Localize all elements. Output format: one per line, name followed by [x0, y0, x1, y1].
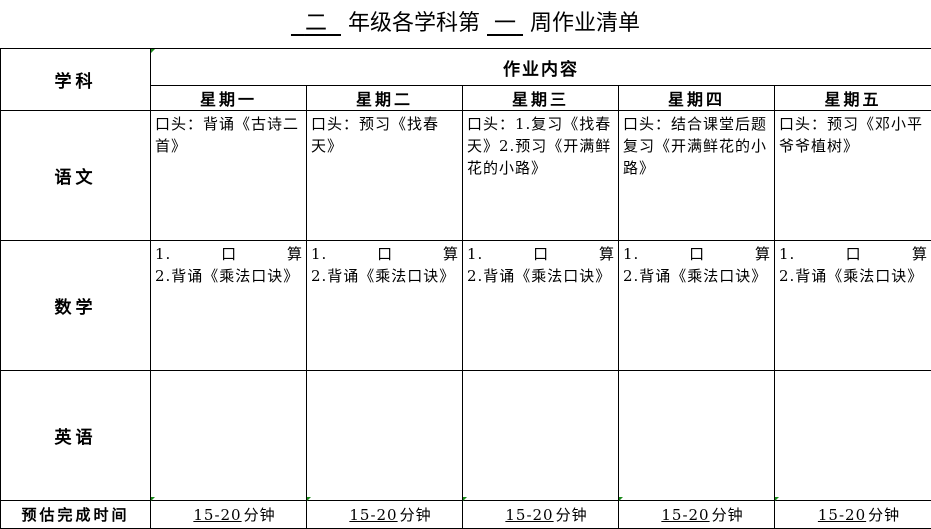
math-tuesday: 1.口算 2.背诵《乘法口诀》 — [307, 241, 463, 371]
corner-mark-icon — [151, 497, 155, 501]
math-wednesday: 1.口算 2.背诵《乘法口诀》 — [463, 241, 619, 371]
time-thursday: 15-20分钟 — [619, 501, 775, 529]
day-header-thursday: 星期四 — [619, 86, 775, 111]
chinese-friday: 口头：预习《邓小平爷爷植树》 — [775, 111, 931, 241]
english-thursday — [619, 371, 775, 501]
math-friday: 1.口算 2.背诵《乘法口诀》 — [775, 241, 931, 371]
chinese-tuesday: 口头：预习《找春天》 — [307, 111, 463, 241]
corner-mark-icon — [619, 497, 623, 501]
chinese-thursday: 口头：结合课堂后题复习《开满鲜花的小路》 — [619, 111, 775, 241]
corner-mark-icon — [775, 497, 779, 501]
english-friday — [775, 371, 931, 501]
day-header-tuesday: 星期二 — [307, 86, 463, 111]
estimated-time-label: 预估完成时间 — [1, 501, 151, 529]
table-row-chinese: 语文 口头：背诵《古诗二首》 口头：预习《找春天》 口头：1.复习《找春天》2.… — [1, 111, 931, 241]
math-monday: 1.口算 2.背诵《乘法口诀》 — [151, 241, 307, 371]
english-tuesday — [307, 371, 463, 501]
time-wednesday: 15-20分钟 — [463, 501, 619, 529]
day-header-wednesday: 星期三 — [463, 86, 619, 111]
subject-chinese: 语文 — [1, 111, 151, 241]
math-thursday: 1.口算 2.背诵《乘法口诀》 — [619, 241, 775, 371]
day-header-monday: 星期一 — [151, 86, 307, 111]
chinese-wednesday: 口头：1.复习《找春天》2.预习《开满鲜花的小路》 — [463, 111, 619, 241]
table-row-english: 英语 — [1, 371, 931, 501]
subject-math: 数学 — [1, 241, 151, 371]
corner-mark-icon — [307, 497, 311, 501]
english-wednesday — [463, 371, 619, 501]
day-header-friday: 星期五 — [775, 86, 931, 111]
time-friday: 15-20分钟 — [775, 501, 931, 529]
corner-mark-icon — [151, 49, 155, 53]
time-monday: 15-20分钟 — [151, 501, 307, 529]
subject-english: 英语 — [1, 371, 151, 501]
title-text-2: 周作业清单 — [530, 11, 640, 36]
week-number: 一 — [487, 11, 523, 36]
english-monday — [151, 371, 307, 501]
content-header: 作业内容 — [151, 49, 931, 86]
corner-mark-icon — [463, 497, 467, 501]
time-tuesday: 15-20分钟 — [307, 501, 463, 529]
subject-header: 学科 — [1, 49, 151, 111]
chinese-monday: 口头：背诵《古诗二首》 — [151, 111, 307, 241]
title-text-1: 年级各学科第 — [348, 11, 480, 36]
homework-table: 学科 作业内容 星期一 星期二 星期三 星期四 星期五 语文 口头：背诵《古诗二… — [0, 48, 931, 529]
table-row-math: 数学 1.口算 2.背诵《乘法口诀》 1.口算 2.背诵《乘法口诀》 1.口算 … — [1, 241, 931, 371]
grade-number: 二 — [291, 11, 341, 36]
table-row-time: 预估完成时间 15-20分钟 15-20分钟 15-20分钟 15-20分钟 1… — [1, 501, 931, 529]
page-title: 二 年级各学科第 一 周作业清单 — [0, 0, 931, 48]
